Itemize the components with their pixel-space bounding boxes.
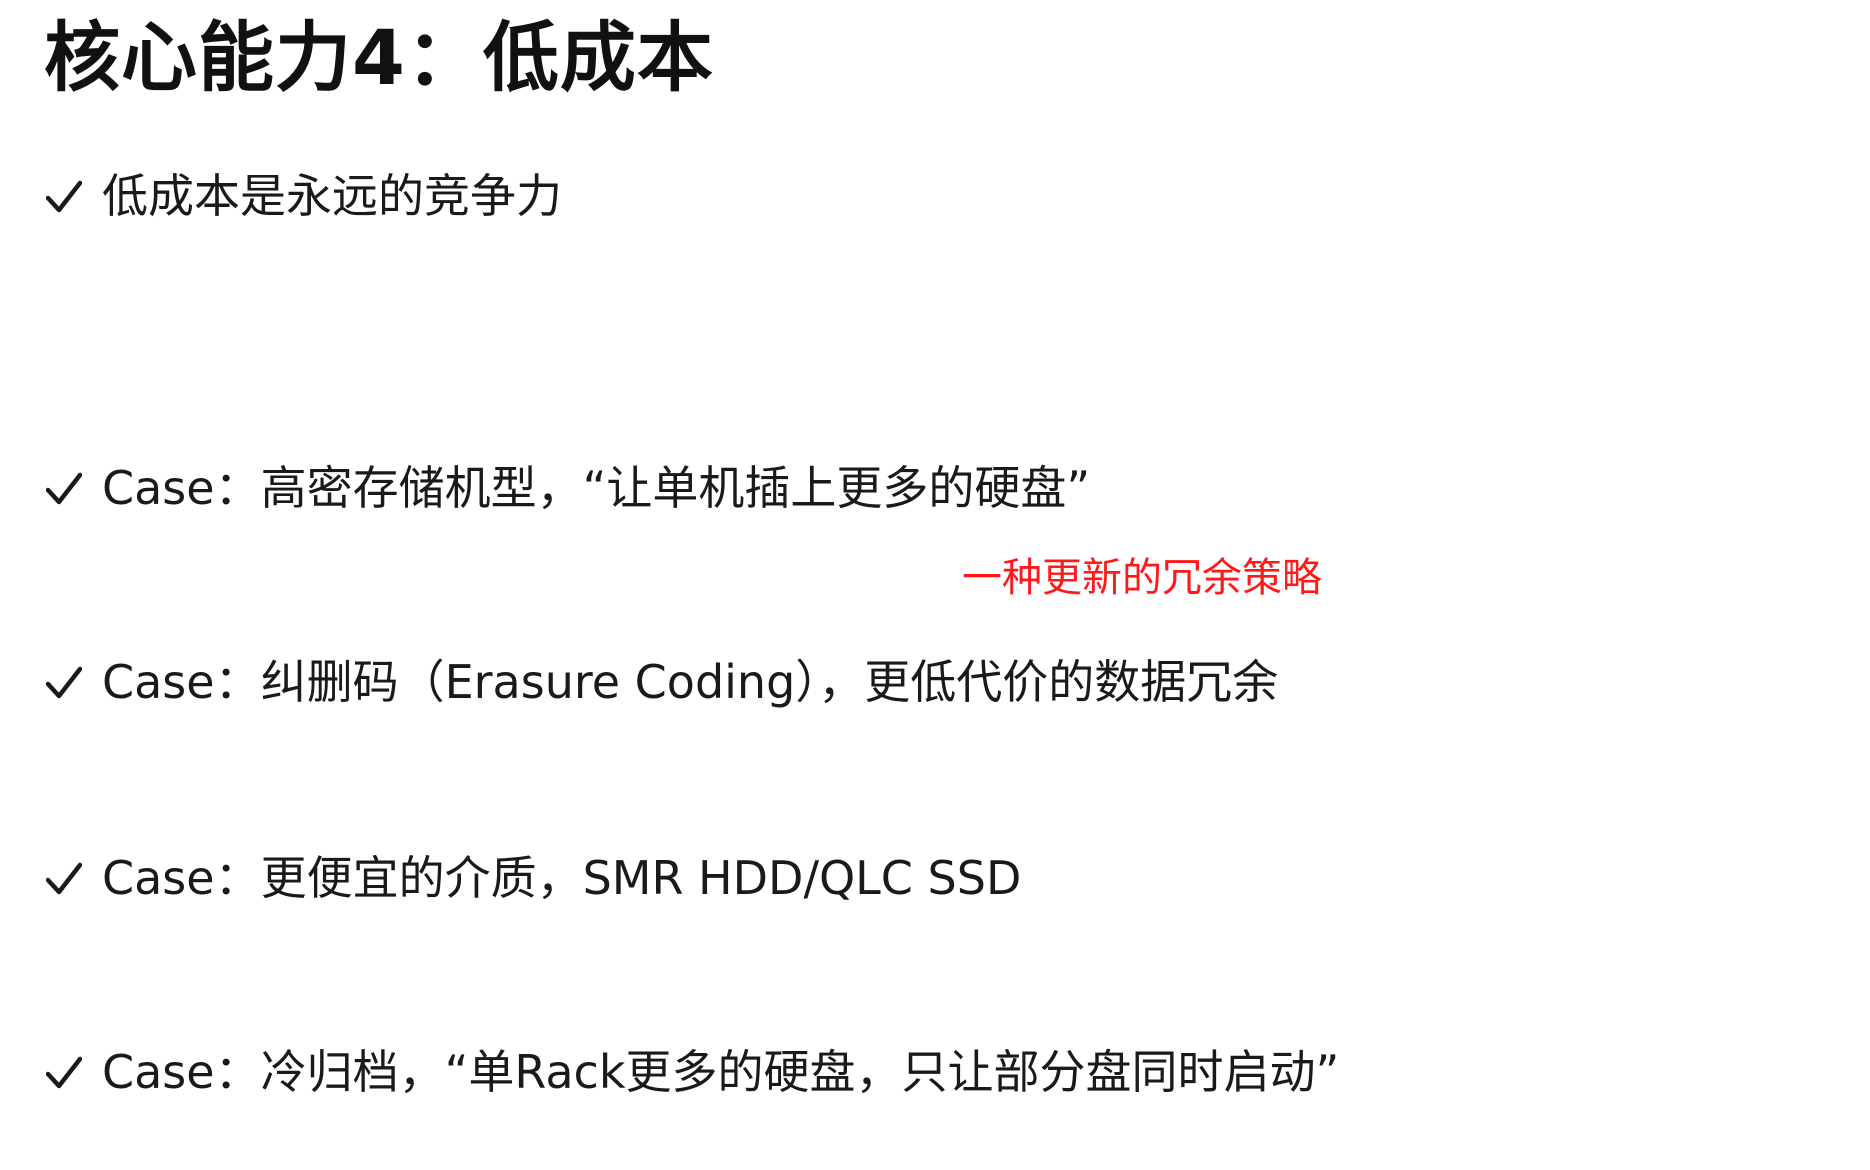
bullet-text: 低成本是永远的竞争力 — [102, 169, 562, 223]
checkmark-icon — [46, 846, 86, 910]
bullet-text: Case：冷归档，“单Rack更多的硬盘，只让部分盘同时启动” — [102, 1045, 1340, 1099]
checkmark-icon — [46, 164, 86, 228]
bullet-text: Case：高密存储机型，“让单机插上更多的硬盘” — [102, 461, 1091, 515]
bullet-item: 低成本是永远的竞争力 — [46, 164, 562, 228]
bullet-item: Case：更便宜的介质，SMR HDD/QLC SSD — [46, 846, 1021, 910]
checkmark-icon — [46, 456, 86, 520]
bullet-text: Case：更便宜的介质，SMR HDD/QLC SSD — [102, 851, 1022, 905]
bullet-text: Case：纠删码（Erasure Coding），更低代价的数据冗余 — [102, 655, 1279, 709]
annotation-note: 一种更新的冗余策略 — [962, 555, 1322, 601]
bullet-item: Case：冷归档，“单Rack更多的硬盘，只让部分盘同时启动” — [46, 1040, 1339, 1104]
bullet-item: Case：高密存储机型，“让单机插上更多的硬盘” — [46, 456, 1090, 520]
checkmark-icon — [46, 650, 86, 714]
bullet-item: Case：纠删码（Erasure Coding），更低代价的数据冗余 — [46, 650, 1278, 714]
checkmark-icon — [46, 1040, 86, 1104]
slide-title: 核心能力4：低成本 — [44, 13, 714, 102]
slide: 核心能力4：低成本 低成本是永远的竞争力 Case：高密存储机型，“让单机插上更… — [0, 0, 1870, 1170]
